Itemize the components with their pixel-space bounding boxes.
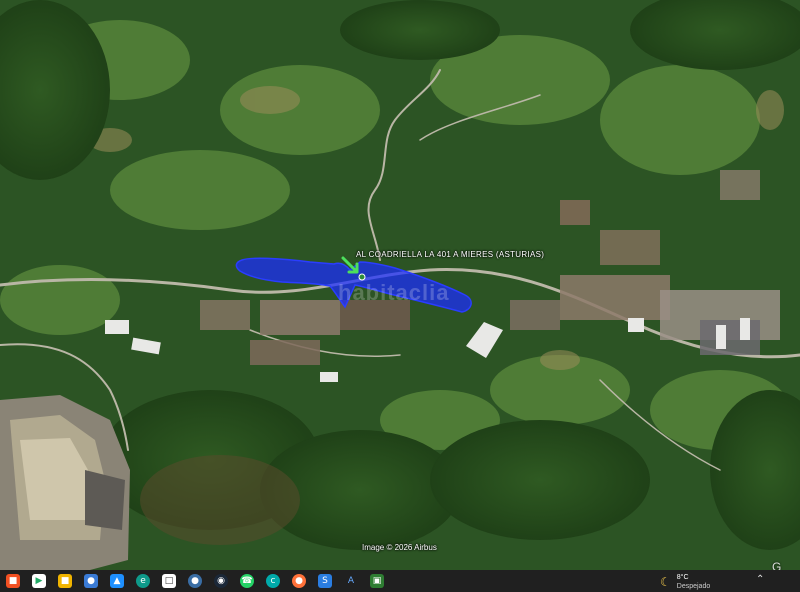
app-s-icon[interactable]: S bbox=[318, 574, 332, 588]
edge-icon[interactable]: e bbox=[136, 574, 150, 588]
network-icon[interactable]: ● bbox=[84, 574, 98, 588]
app-green-icon[interactable]: ▣ bbox=[370, 574, 384, 588]
firefox-icon[interactable]: ● bbox=[292, 574, 306, 588]
python-icon[interactable]: ● bbox=[188, 574, 202, 588]
imagery-attribution: Image © 2026 Airbus bbox=[362, 543, 437, 552]
quarry bbox=[0, 395, 130, 570]
weather-temperature: 8°C bbox=[676, 574, 689, 581]
autumn-forest bbox=[140, 455, 300, 545]
windows-start-icon[interactable]: ■ bbox=[6, 574, 20, 588]
photos-icon[interactable]: ▲ bbox=[110, 574, 124, 588]
document-icon[interactable]: □ bbox=[162, 574, 176, 588]
whatsapp-icon[interactable]: ☎ bbox=[240, 574, 254, 588]
app-icon[interactable]: ▶ bbox=[32, 574, 46, 588]
app-a-icon[interactable]: A bbox=[344, 574, 358, 588]
watermark: habitaclia bbox=[338, 280, 450, 305]
tray-overflow-icon[interactable]: ⌃ bbox=[756, 574, 764, 585]
weather-widget[interactable]: ☾ 8°C Despejado bbox=[660, 573, 710, 591]
chat-icon[interactable]: c bbox=[266, 574, 280, 588]
steam-icon[interactable]: ◉ bbox=[214, 574, 228, 588]
weather-condition: Despejado bbox=[676, 583, 711, 590]
file-explorer-icon[interactable]: ■ bbox=[58, 574, 72, 588]
moon-icon: ☾ bbox=[660, 575, 671, 589]
parcel-address-label: AL COADRIELLA LA 401 A MIERES (ASTURIAS) bbox=[356, 250, 545, 259]
weather-text: 8°C Despejado bbox=[677, 573, 710, 591]
